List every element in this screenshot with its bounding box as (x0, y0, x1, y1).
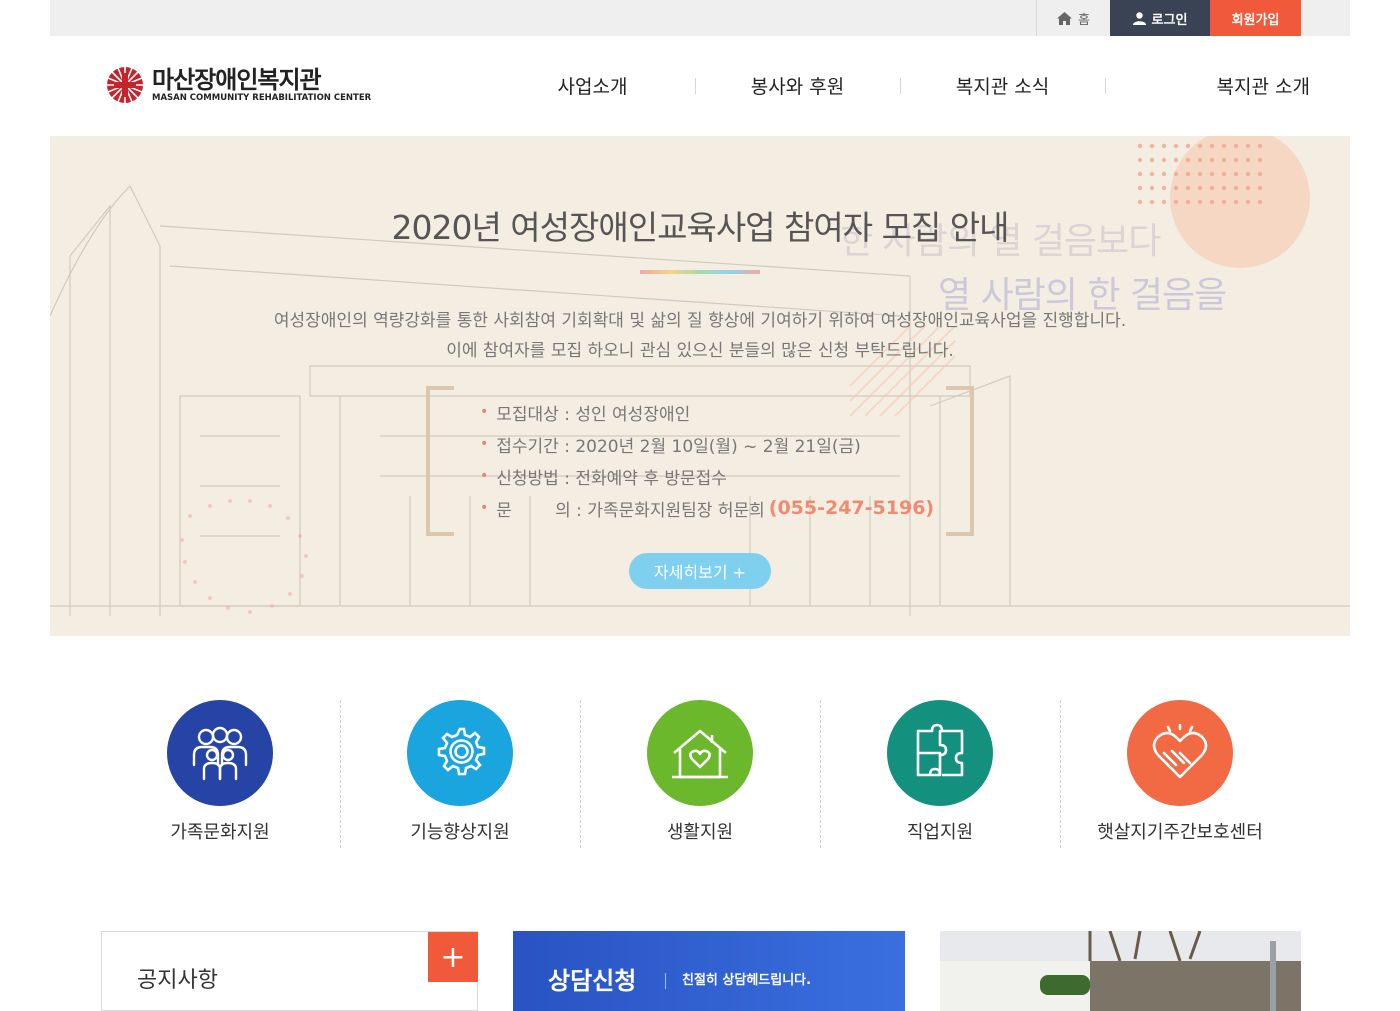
home-icon (1057, 11, 1073, 25)
view-details-button[interactable]: 자세히보기 + (629, 553, 771, 589)
quick-link-label: 기능향상지원 (410, 822, 510, 843)
consultation-banner[interactable]: 상담신청 친절히 상담헤드립니다. (513, 931, 905, 1011)
nav-item-business[interactable]: 사업소개 (490, 72, 695, 99)
contact-phone: (055-247-5196) (768, 497, 935, 519)
info-item-target: 모집대상 : 성인 여성장애인 (480, 396, 934, 428)
consult-title: 상담신청 (548, 967, 637, 995)
quick-link-label: 햇살지기주간보호센터 (1097, 822, 1263, 843)
info-item-contact-text: 문 의 : 가족문화지원팀장 허문희 (496, 500, 765, 521)
center-photo[interactable] (940, 931, 1301, 1011)
quick-link-day-care-center[interactable]: 햇살지기주간보호센터 (1060, 700, 1300, 850)
home-link[interactable]: 홈 (1036, 0, 1110, 36)
quick-service-links: 가족문화지원 기능향상지원 생활지원 직업지원 햇살지기주간보호센터 (100, 700, 1300, 850)
home-link-label: 홈 (1078, 12, 1090, 28)
logo-text: 마산장애인복지관 MASAN COMMUNITY REHABILITATION … (152, 67, 371, 103)
info-bracket-left (426, 386, 454, 536)
info-bracket-right (946, 386, 974, 536)
recruit-info-list: 모집대상 : 성인 여성장애인 접수기간 : 2020년 2월 10일(월) ~… (480, 396, 934, 524)
consult-subtitle: 친절히 상담헤드립니다. (665, 973, 811, 989)
banner-title-underline (640, 270, 760, 274)
storefront-photo-illustration (940, 931, 1301, 1011)
info-item-period-text: 접수기간 : 2020년 2월 10일(월) ~ 2월 21일(금) (496, 436, 861, 457)
info-item-target-text: 모집대상 : 성인 여성장애인 (496, 404, 691, 425)
notice-more-button[interactable]: + (428, 932, 478, 982)
info-item-contact: 문 의 : 가족문화지원팀장 허문희(055-247-5196) (480, 492, 934, 524)
quick-link-job-support[interactable]: 직업지원 (820, 700, 1060, 850)
quick-link-family-culture[interactable]: 가족문화지원 (100, 700, 340, 850)
family-icon (167, 700, 273, 806)
puzzle-icon (887, 700, 993, 806)
notice-title: 공지사항 (137, 968, 218, 993)
nav-item-volunteer[interactable]: 봉사와 후원 (695, 72, 900, 99)
nav-item-about[interactable]: 복지관 소개 (1105, 72, 1310, 99)
site-header: 마산장애인복지관 MASAN COMMUNITY REHABILITATION … (50, 36, 1350, 136)
logo-name-en: MASAN COMMUNITY REHABILITATION CENTER (152, 93, 372, 103)
notice-board: 공지사항 + (101, 931, 478, 1011)
site-logo[interactable]: 마산장애인복지관 MASAN COMMUNITY REHABILITATION … (106, 66, 371, 104)
login-label: 로그인 (1151, 12, 1188, 28)
banner-description-line-1: 여성장애인의 역량강화를 통한 사회참여 기회확대 및 삶의 질 향상에 기여하… (273, 311, 1127, 331)
quick-link-function-improvement[interactable]: 기능향상지원 (340, 700, 580, 850)
info-item-method-text: 신청방법 : 전화예약 후 방문접수 (496, 468, 727, 489)
main-banner: 한 사람의 열 걸음보다 열 사람의 한 걸음을 2020년 여성장애인교육사업… (50, 136, 1350, 636)
banner-title: 2020년 여성장애인교육사업 참여자 모집 안내 (391, 208, 1009, 247)
heart-hands-icon (1127, 700, 1233, 806)
quick-link-label: 가족문화지원 (170, 822, 270, 843)
top-utility-bar: 홈 로그인 회원가입 (50, 0, 1350, 36)
logo-name-ko: 마산장애인복지관 (152, 66, 322, 94)
info-item-period: 접수기간 : 2020년 2월 10일(월) ~ 2월 21일(금) (480, 428, 934, 460)
quick-link-life-support[interactable]: 생활지원 (580, 700, 820, 850)
info-item-method: 신청방법 : 전화예약 후 방문접수 (480, 460, 934, 492)
login-button[interactable]: 로그인 (1110, 0, 1210, 36)
join-label: 회원가입 (1231, 12, 1280, 28)
house-heart-icon (647, 700, 753, 806)
utility-links: 홈 로그인 회원가입 (1036, 0, 1301, 36)
gear-icon (407, 700, 513, 806)
quick-link-label: 직업지원 (906, 822, 974, 843)
main-nav: 사업소개 봉사와 후원 복지관 소식 복지관 소개 (490, 72, 1310, 99)
user-icon (1132, 11, 1146, 25)
nav-item-news[interactable]: 복지관 소식 (900, 72, 1105, 99)
join-button[interactable]: 회원가입 (1210, 0, 1301, 36)
banner-description-line-2: 이에 참여자를 모집 하오니 관심 있으신 분들의 많은 신청 부탁드립니다. (446, 341, 954, 361)
quick-link-label: 생활지원 (666, 822, 734, 843)
cross-logo-icon (107, 67, 143, 103)
